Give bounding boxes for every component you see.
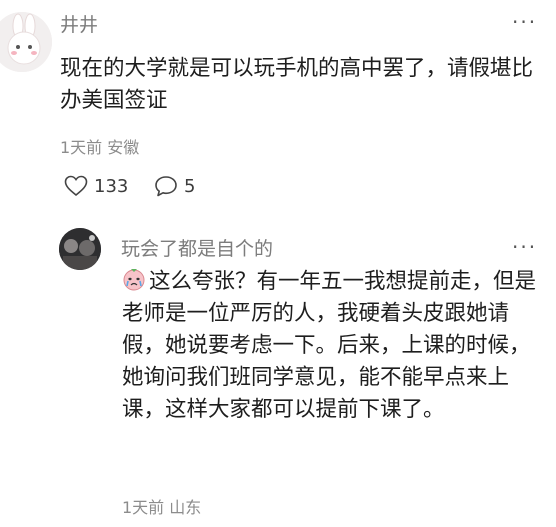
reply-button[interactable]: 5	[154, 175, 195, 197]
reply-more-button[interactable]: ···	[512, 235, 537, 259]
reply-count: 5	[184, 175, 196, 197]
comment-more-button[interactable]: ···	[512, 10, 537, 34]
reply-meta: 1天前 山东	[122, 494, 201, 518]
speech-bubble-icon	[155, 176, 177, 197]
comment-meta: 1天前 安徽	[60, 134, 139, 158]
like-count: 133	[94, 175, 129, 197]
replier-avatar[interactable]	[59, 228, 101, 270]
bunny-avatar-icon	[0, 12, 52, 72]
reply-text-body: 这么夸张？有一年五一我想提前走，但是老师是一位严厉的人，我硬着头皮跟她请假，她说…	[122, 269, 537, 422]
commenter-avatar[interactable]	[0, 12, 52, 72]
reply-location: 山东	[169, 498, 202, 517]
comment-location: 安徽	[107, 138, 140, 157]
crying-face-emoji-icon	[123, 269, 145, 291]
comment-text: 现在的大学就是可以玩手机的高中罢了，请假堪比办美国签证	[60, 56, 534, 113]
heart-outline-icon	[64, 175, 88, 197]
reply-time: 1天前	[122, 498, 165, 517]
like-button[interactable]: 133	[64, 175, 128, 197]
photo-avatar-icon	[59, 228, 101, 270]
replier-username[interactable]: 玩会了都是自个的	[121, 234, 273, 261]
comment-time: 1天前	[60, 138, 103, 157]
commenter-username[interactable]: 井井	[60, 10, 98, 37]
reply-text: 这么夸张？有一年五一我想提前走，但是老师是一位严厉的人，我硬着头皮跟她请假，她说…	[122, 266, 540, 426]
